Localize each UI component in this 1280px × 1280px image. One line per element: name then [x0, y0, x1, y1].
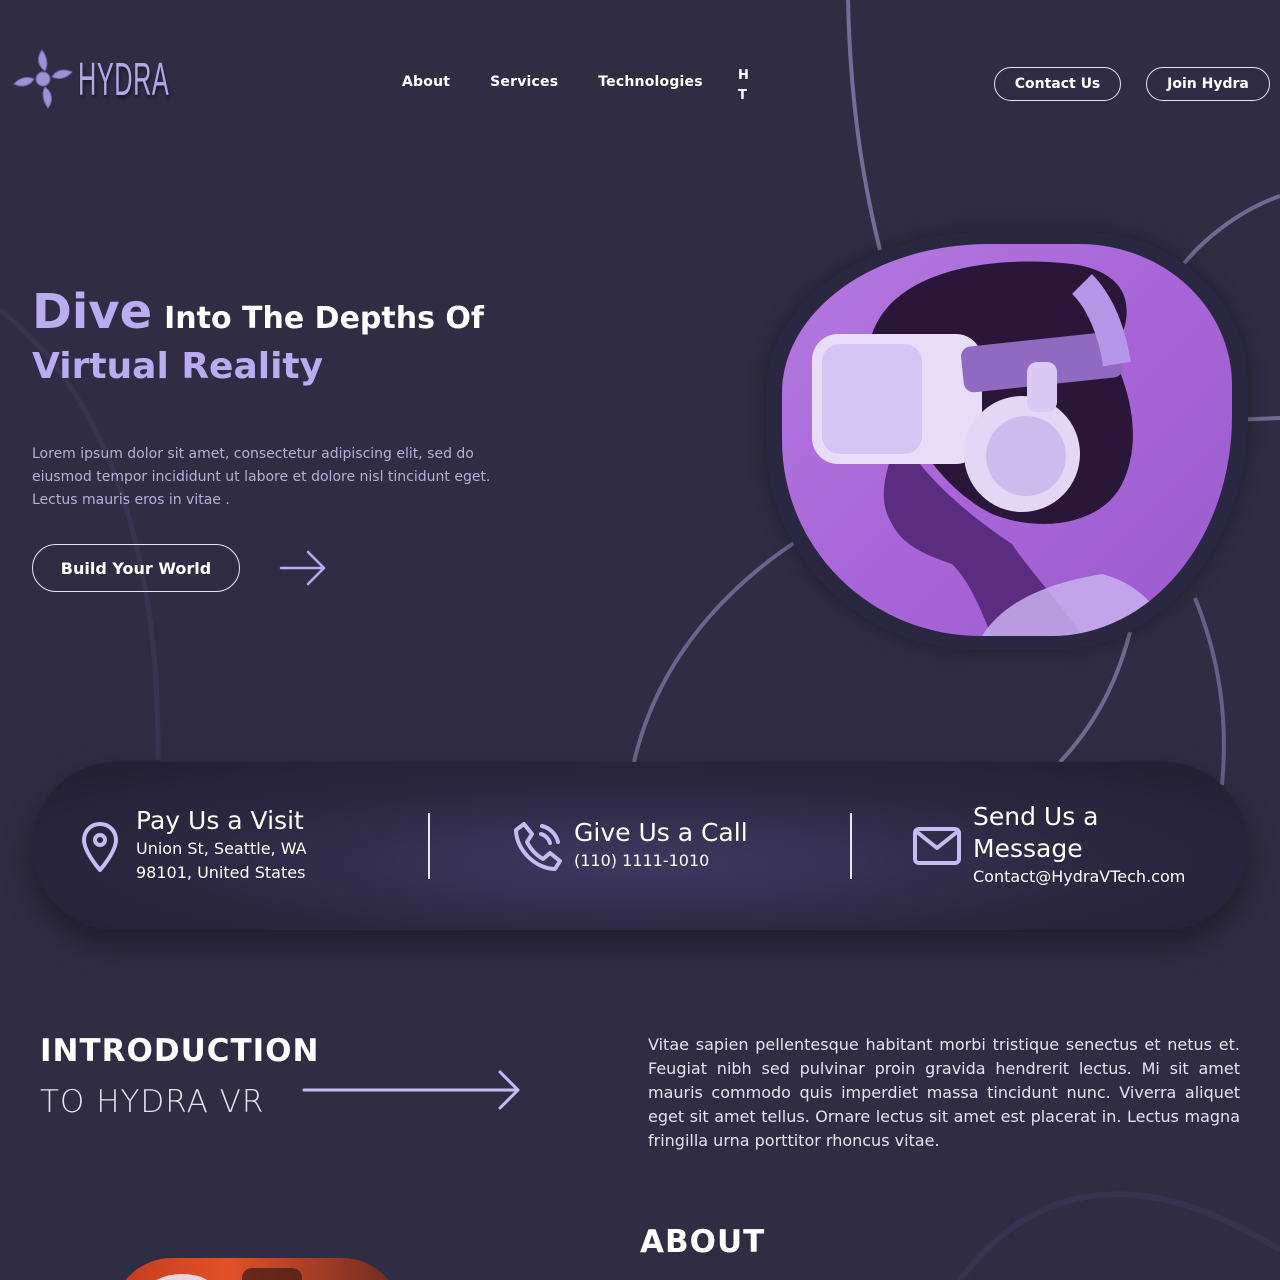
message-title-line2: Message	[973, 834, 1083, 863]
hero-title-accent: Dive	[32, 284, 153, 340]
message-title-line1: Send Us a	[973, 802, 1099, 831]
location-pin-icon	[82, 822, 118, 872]
main-nav: About Services Technologies	[402, 74, 743, 90]
hero-description: Lorem ipsum dolor sit amet, consectetur …	[32, 446, 491, 508]
visit-title: Pay Us a Visit	[136, 806, 304, 835]
hero-title-line2: Virtual Reality	[32, 346, 324, 387]
call-title: Give Us a Call	[574, 818, 748, 847]
nav-about[interactable]: About	[402, 74, 450, 90]
contact-divider	[428, 813, 430, 879]
hero-title-rest: Into The Depths Of	[164, 301, 484, 336]
intro-heading-line2: TO HYDRA VR	[40, 1084, 265, 1120]
nav-overflow-item[interactable]: H T	[738, 66, 748, 106]
call-phone[interactable]: (110) 1111-1010	[574, 849, 709, 873]
visit-address-line1: Union St, Seattle, WA	[136, 839, 307, 858]
build-your-world-button[interactable]: Build Your World	[32, 544, 240, 592]
phone-icon	[514, 822, 562, 871]
brand-name: HYDRA	[78, 53, 170, 105]
arrow-right-icon[interactable]	[278, 548, 328, 588]
mail-icon	[913, 827, 961, 865]
hero-vr-image	[782, 244, 1232, 636]
about-heading: ABOUT	[640, 1224, 766, 1260]
brand-logo[interactable]: HYDRA	[12, 44, 228, 114]
message-email[interactable]: Contact@HydraVTech.com	[973, 865, 1185, 889]
contact-divider	[850, 813, 852, 879]
nav-services[interactable]: Services	[490, 74, 558, 90]
arrow-right-icon	[302, 1070, 520, 1110]
contact-us-button[interactable]: Contact Us	[994, 67, 1121, 101]
hydra-logo-icon	[13, 49, 73, 109]
hero-title: Dive Into The Depths Of Virtual Reality	[32, 284, 484, 387]
intro-heading-line1: INTRODUCTION	[40, 1033, 320, 1069]
visit-address-line2: 98101, United States	[136, 863, 306, 882]
join-hydra-button[interactable]: Join Hydra	[1146, 67, 1270, 101]
site-header: HYDRA About Services Technologies H T Co…	[0, 0, 1280, 160]
intro-body: Vitae sapien pellentesque habitant morbi…	[648, 1035, 1240, 1150]
about-image	[112, 1258, 402, 1280]
nav-technologies[interactable]: Technologies	[598, 74, 703, 90]
